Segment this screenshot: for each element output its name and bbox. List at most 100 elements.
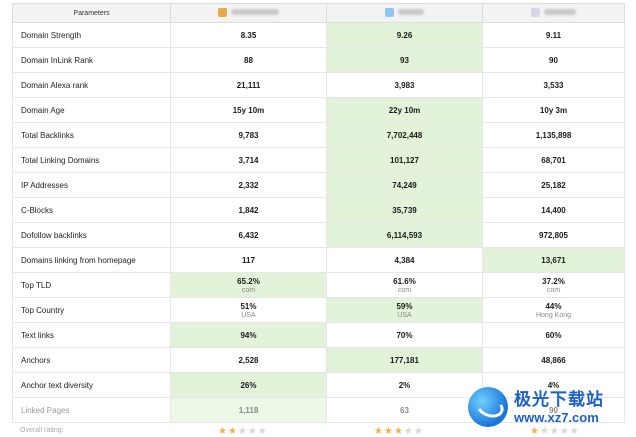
value-cell: 1,842 [170, 197, 327, 223]
table-row: Domain Alexa rank 21,111 3,983 3,533 [12, 72, 625, 98]
blurred-site-name [231, 9, 279, 15]
value-cell: 1,118 [170, 397, 327, 423]
value-cell: 37.2% com [482, 272, 625, 298]
cell-subvalue: com [241, 286, 256, 294]
value-cell: 48,866 [482, 347, 625, 373]
value-cell: 44% Hong Kong [482, 297, 625, 323]
cell-value: 1,118 [238, 405, 259, 415]
value-cell: 68,701 [482, 147, 625, 173]
cell-value: 4,384 [394, 255, 415, 265]
value-cell: 8.35 [170, 22, 327, 48]
star-icon: ★ [237, 426, 248, 437]
value-cell: 26% [170, 372, 327, 398]
cell-value: 2,528 [238, 355, 259, 365]
star-icon: ★ [413, 426, 424, 437]
cell-value: 22y 10m [388, 105, 421, 115]
cell-value: 65.2% [237, 276, 260, 286]
site-favicon-icon [385, 7, 394, 17]
table-row: C-Blocks 1,842 35,739 14,400 [12, 197, 625, 223]
cell-value: 8.35 [240, 30, 257, 40]
cell-value: 88 [244, 55, 253, 65]
cell-value: 70% [396, 330, 413, 340]
value-cell: 94% [170, 322, 327, 348]
cell-value: 13,671 [541, 255, 566, 265]
cell-value: 25,182 [541, 180, 566, 190]
value-cell: 60% [482, 322, 625, 348]
cell-value: 63 [400, 405, 409, 415]
row-label: Domains linking from homepage [12, 247, 171, 273]
cell-value: 15y 10m [232, 105, 265, 115]
cell-value: 68,701 [541, 155, 566, 165]
value-cell: 65.2% com [170, 272, 327, 298]
value-cell: 22y 10m [326, 97, 483, 123]
cell-value: 9.11 [545, 30, 562, 40]
cell-value: 94% [240, 330, 257, 340]
value-cell: 88 [170, 47, 327, 73]
table-row: IP Addresses 2,332 74,249 25,182 [12, 172, 625, 198]
value-cell: 59% USA [326, 297, 483, 323]
row-label: Domain Alexa rank [12, 72, 171, 98]
value-cell: 10y 3m [482, 97, 625, 123]
table-row: Dofollow backlinks 6,432 6,114,593 972,805 [12, 222, 625, 248]
cell-value: 3,714 [238, 155, 259, 165]
value-cell: 4,384 [326, 247, 483, 273]
row-label: C-Blocks [12, 197, 171, 223]
cell-value: 9,783 [238, 130, 259, 140]
cell-value: 26% [240, 380, 257, 390]
star-icon: ★ [383, 426, 394, 437]
cell-value: 61.6% [393, 276, 416, 286]
cell-value: 6,432 [238, 230, 259, 240]
cell-subvalue: com [546, 286, 561, 294]
row-label: Domain InLink Rank [12, 47, 171, 73]
value-cell: 63 [326, 397, 483, 423]
table-row: Text links 94% 70% 60% [12, 322, 625, 348]
value-cell: 6,432 [170, 222, 327, 248]
table-row: Domains linking from homepage 117 4,384 13,… [12, 247, 625, 273]
value-cell: 2,332 [170, 172, 327, 198]
cell-value: 9.26 [396, 30, 413, 40]
row-label: Total Backlinks [12, 122, 171, 148]
watermark: 极光下载站 www.xz7.com [468, 385, 618, 429]
site-3-header[interactable] [482, 3, 625, 23]
cell-value: 10y 3m [539, 105, 568, 115]
value-cell: 9.26 [326, 22, 483, 48]
row-label: Top TLD [12, 272, 171, 298]
value-cell: 35,739 [326, 197, 483, 223]
row-label: Total Linking Domains [12, 147, 171, 173]
rating-stars-site-1: ★★★★★ [218, 426, 268, 437]
value-cell: 1,135,898 [482, 122, 625, 148]
value-cell: 51% USA [170, 297, 327, 323]
value-cell: 3,983 [326, 72, 483, 98]
value-cell: 3,714 [170, 147, 327, 173]
star-icon: ★ [403, 426, 414, 437]
site-favicon-icon [531, 7, 540, 17]
blurred-site-name [544, 9, 576, 15]
row-label: Domain Age [12, 97, 171, 123]
value-cell: 74,249 [326, 172, 483, 198]
aurora-logo-icon [468, 387, 508, 427]
site-favicon-icon [218, 7, 227, 17]
star-icon: ★ [218, 426, 228, 437]
star-icon: ★ [393, 426, 404, 437]
table-row: Domain Strength 8.35 9.26 9.11 [12, 22, 625, 48]
value-cell: 177,181 [326, 347, 483, 373]
row-label: Top Country [12, 297, 171, 323]
value-cell: 7,702,448 [326, 122, 483, 148]
site-1-header[interactable] [170, 3, 327, 23]
table-row: Total Backlinks 9,783 7,702,448 1,135,898 [12, 122, 625, 148]
value-cell: 90 [482, 47, 625, 73]
value-cell: 21,111 [170, 72, 327, 98]
value-cell: 3,533 [482, 72, 625, 98]
cell-value: 37.2% [542, 276, 565, 286]
cell-value: 48,866 [541, 355, 566, 365]
site-2-header[interactable] [326, 3, 483, 23]
star-icon: ★ [247, 426, 258, 437]
value-cell: 70% [326, 322, 483, 348]
cell-value: 972,805 [539, 230, 568, 240]
cell-subvalue: Hong Kong [535, 311, 572, 319]
cell-value: 14,400 [541, 205, 566, 215]
table-row: Top TLD 65.2% com 61.6% com 37.2% com [12, 272, 625, 298]
table-row: Top Country 51% USA 59% USA 44% Hong Kong [12, 297, 625, 323]
cell-value: 44% [545, 301, 562, 311]
rating-stars-site-2: ★★★★★ [374, 426, 424, 437]
